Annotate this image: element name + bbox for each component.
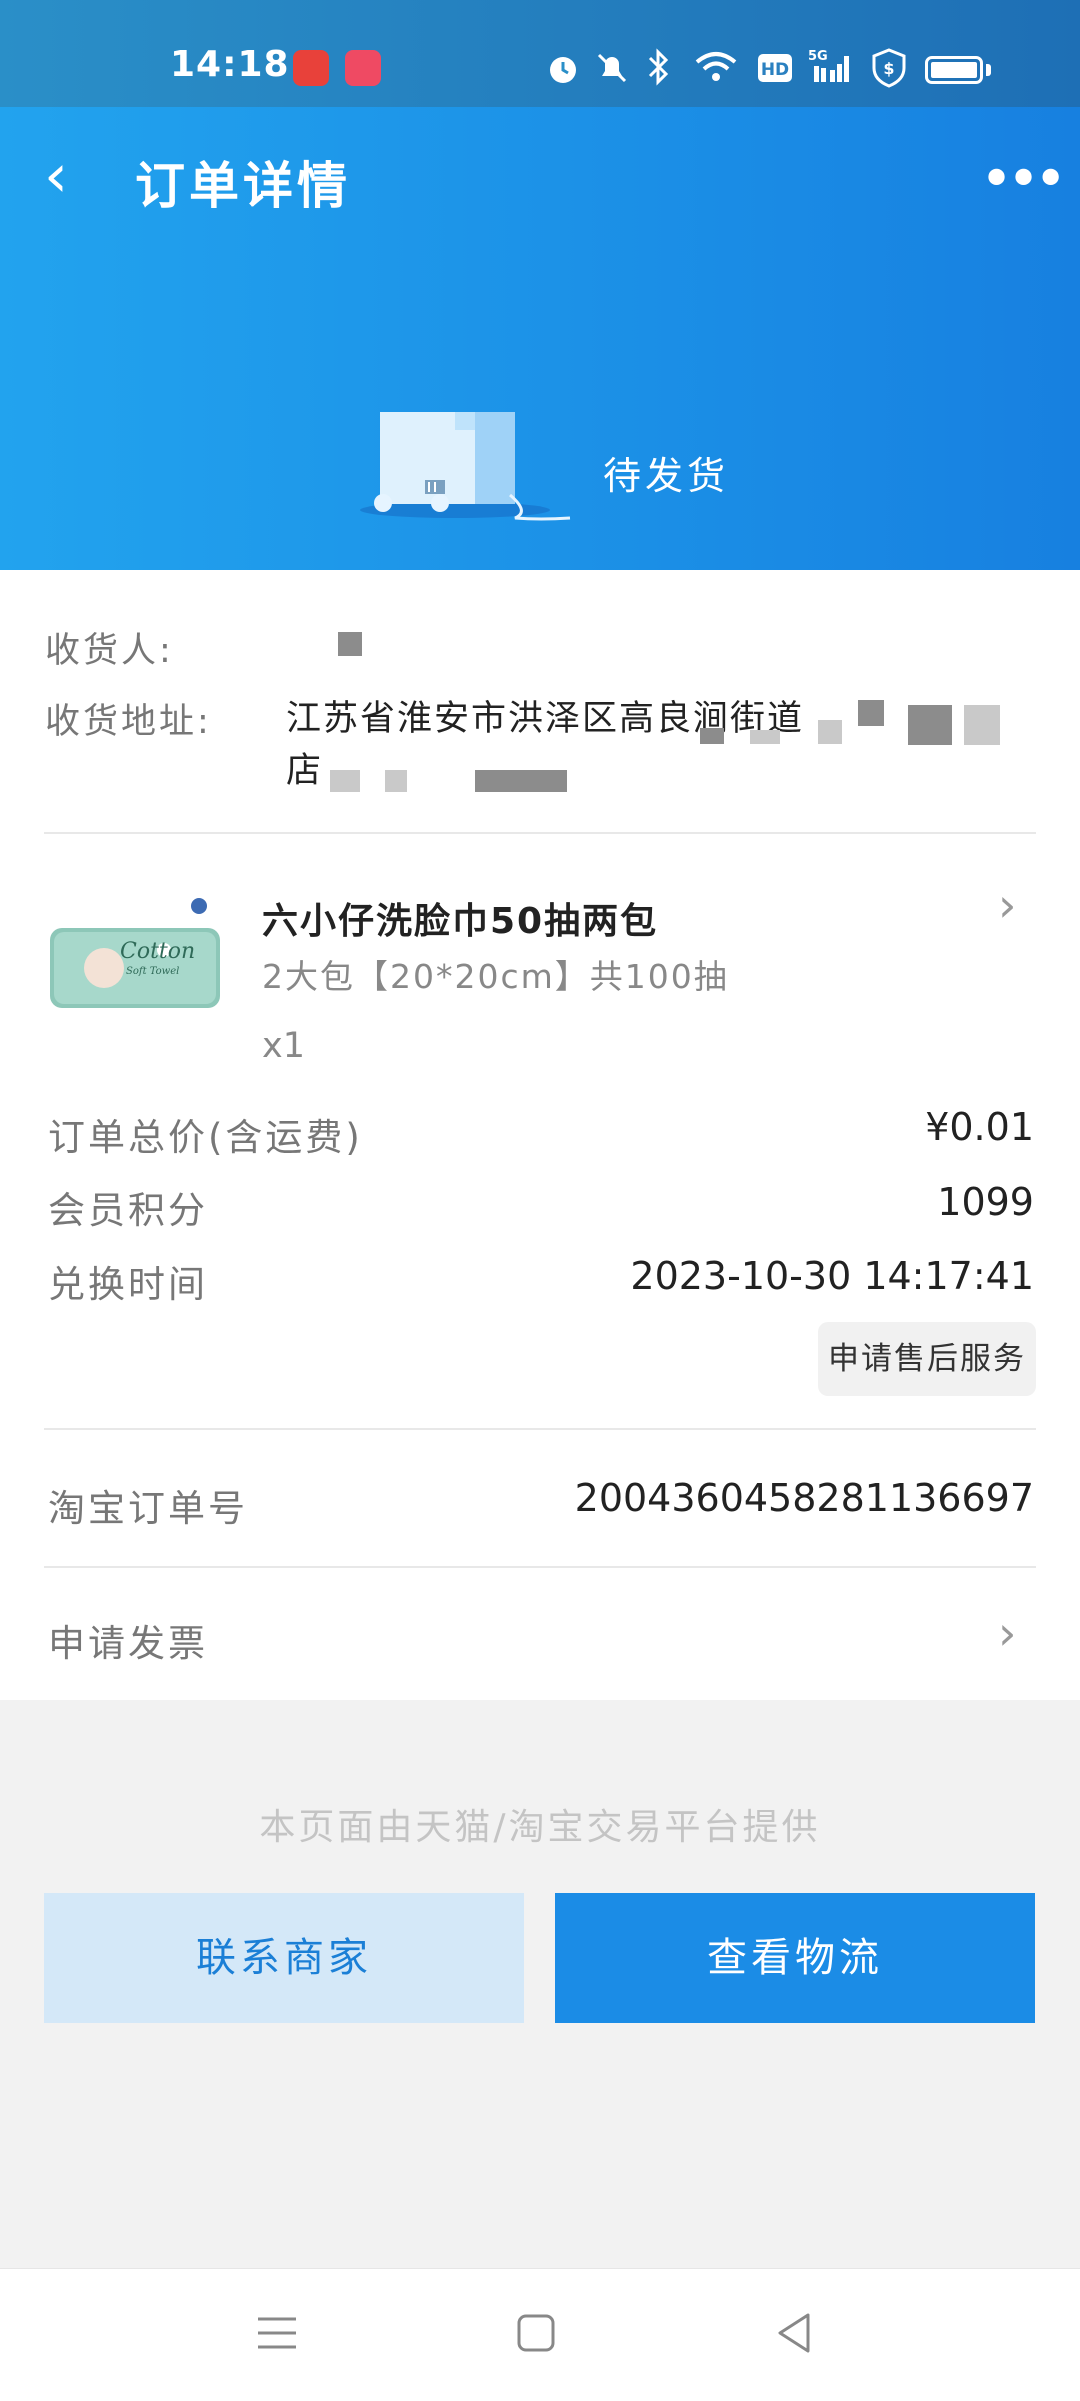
app-notification-icon: [293, 50, 329, 86]
alarm-icon: [550, 57, 576, 83]
view-logistics-button[interactable]: 查看物流: [555, 1893, 1035, 2023]
status-bar: 14:18 HD 5G $: [0, 0, 1080, 107]
address-line-1: 江苏省淮安市洪泽区高良涧街道: [286, 699, 805, 739]
svg-text:Cotton: Cotton: [120, 939, 195, 964]
chevron-right-icon[interactable]: ›: [998, 882, 1016, 928]
back-nav-icon[interactable]: [774, 2311, 814, 2355]
svg-text:5G: 5G: [808, 49, 828, 64]
taobao-order-value: 2004360458281136697: [574, 1476, 1034, 1520]
battery-icon: [925, 56, 983, 84]
divider: [44, 1566, 1036, 1568]
wifi-icon: [695, 52, 737, 81]
product-name[interactable]: 六小仔洗脸巾50抽两包: [262, 892, 658, 944]
address-line-2: 店: [286, 751, 322, 791]
system-nav-bar: [0, 2268, 1080, 2401]
product-quantity: x1: [262, 1026, 305, 1066]
status-time: 14:18: [170, 44, 290, 85]
points-value: 1099: [937, 1180, 1034, 1224]
mute-icon: [597, 53, 627, 83]
redacted-name: [338, 632, 362, 656]
divider: [44, 832, 1036, 834]
invoice-row[interactable]: 申请发票: [48, 1613, 208, 1667]
app-notification-icon: [345, 50, 381, 86]
home-icon[interactable]: [516, 2313, 556, 2353]
product-spec: 2大包【20*20cm】共100抽: [262, 957, 729, 996]
back-icon[interactable]: ‹: [44, 146, 92, 206]
bluetooth-icon: [648, 48, 669, 86]
after-sale-button[interactable]: 申请售后服务: [818, 1322, 1036, 1396]
redeem-time-label: 兑换时间: [48, 1263, 208, 1306]
package-illustration-icon: [360, 412, 571, 521]
svg-text:HD: HD: [761, 60, 789, 80]
contact-seller-button[interactable]: 联系商家: [44, 1893, 524, 2023]
redeem-time-value: 2023-10-30 14:17:41: [630, 1254, 1034, 1298]
menu-icon[interactable]: [256, 2313, 298, 2353]
shield-icon: $: [872, 48, 906, 88]
product-thumbnail: Cotton Soft Towel: [50, 898, 220, 1008]
chevron-right-icon[interactable]: ›: [998, 1610, 1016, 1656]
points-label: 会员积分: [48, 1189, 208, 1232]
order-status-label: 待发货: [603, 454, 730, 498]
recipient-label: 收货人:: [45, 631, 174, 671]
platform-note: 本页面由天猫/淘宝交易平台提供: [259, 1807, 821, 1848]
product-row[interactable]: Cotton Soft Towel: [44, 888, 224, 1028]
total-price-label: 订单总价(含运费): [48, 1116, 363, 1159]
divider: [44, 1428, 1036, 1430]
5g-signal-icon: 5G: [808, 49, 849, 82]
total-price-value: ¥0.01: [925, 1105, 1034, 1149]
page-title: 订单详情: [135, 157, 351, 215]
svg-text:$: $: [883, 59, 894, 78]
taobao-order-label: 淘宝订单号: [48, 1487, 248, 1530]
hd-icon: HD: [758, 54, 792, 82]
more-options-icon[interactable]: •••: [980, 152, 1067, 208]
address-label: 收货地址:: [45, 702, 212, 742]
svg-text:Soft Towel: Soft Towel: [126, 966, 179, 977]
